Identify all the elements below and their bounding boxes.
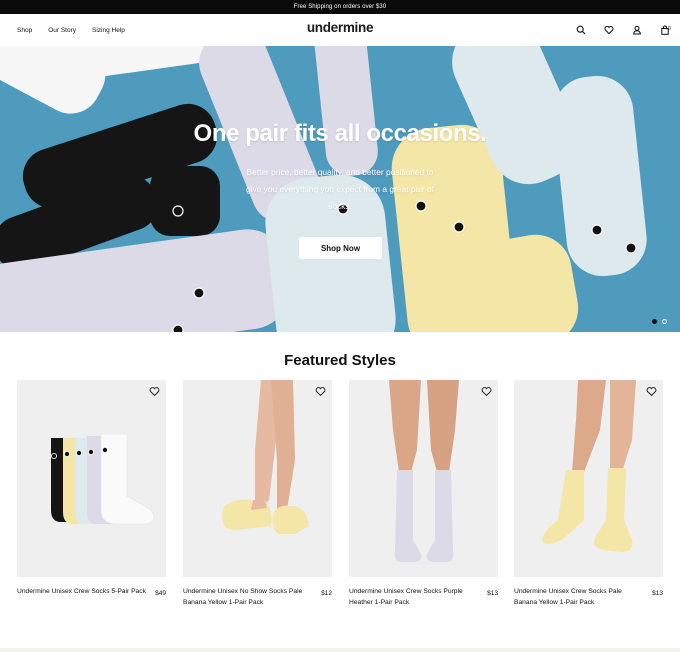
product-card[interactable]: Undermine Unisex Crew Socks Purple Heath… — [349, 380, 498, 608]
product-price: $12 — [321, 590, 332, 597]
carousel-dots — [652, 319, 667, 324]
wishlist-heart-icon[interactable] — [646, 386, 657, 397]
nav-shop[interactable]: Shop — [17, 27, 32, 34]
product-name[interactable]: Undermine Unisex Crew Socks Pale Banana … — [514, 586, 646, 608]
product-price: $49 — [155, 590, 166, 597]
hero-banner: One pair fits all occasions. Better pric… — [0, 46, 680, 332]
product-name[interactable]: Undermine Unisex Crew Socks 5-Pair Pack — [17, 586, 149, 597]
heart-icon[interactable] — [602, 23, 616, 37]
product-price: $13 — [652, 590, 663, 597]
main-nav: Shop Our Story Sizing Help — [17, 14, 125, 46]
product-card[interactable]: Undermine Unisex Crew Socks Pale Banana … — [514, 380, 663, 608]
cart-count: 0 — [668, 26, 671, 32]
footer-strip — [0, 648, 680, 652]
announcement-bar: Free Shipping on orders over $30 — [0, 0, 680, 14]
product-photo-purple-crew — [389, 380, 459, 562]
carousel-dot-2[interactable] — [662, 319, 667, 324]
nav-sizing-help[interactable]: Sizing Help — [92, 27, 125, 34]
product-name[interactable]: Undermine Unisex Crew Socks Purple Heath… — [349, 586, 481, 608]
product-image[interactable] — [183, 380, 332, 577]
product-price: $13 — [487, 590, 498, 597]
nav-our-story[interactable]: Our Story — [48, 27, 76, 34]
wishlist-heart-icon[interactable] — [481, 386, 492, 397]
hero-subtitle: Better price, better quality, and better… — [245, 167, 435, 211]
header-icons: 0 — [574, 14, 672, 46]
product-card[interactable]: Undermine Unisex No Show Socks Pale Bana… — [183, 380, 332, 608]
wishlist-heart-icon[interactable] — [149, 386, 160, 397]
shop-now-button[interactable]: Shop Now — [299, 237, 382, 259]
user-icon[interactable] — [630, 23, 644, 37]
wishlist-heart-icon[interactable] — [315, 386, 326, 397]
bag-icon[interactable]: 0 — [658, 23, 672, 37]
product-image[interactable] — [514, 380, 663, 577]
product-photo-5-pack — [50, 433, 155, 525]
carousel-dot-1[interactable] — [652, 319, 657, 324]
hero-title: One pair fits all occasions. — [193, 120, 487, 147]
product-photo-no-show — [222, 380, 309, 534]
product-info: Undermine Unisex Crew Socks 5-Pair Pack … — [17, 586, 166, 597]
product-photo-yellow-crew — [542, 380, 636, 552]
product-info: Undermine Unisex Crew Socks Purple Heath… — [349, 586, 498, 608]
product-image[interactable] — [349, 380, 498, 577]
product-info: Undermine Unisex No Show Socks Pale Bana… — [183, 586, 332, 608]
search-icon[interactable] — [574, 23, 588, 37]
product-card[interactable]: Undermine Unisex Crew Socks 5-Pair Pack … — [17, 380, 166, 597]
hero-content: One pair fits all occasions. Better pric… — [0, 46, 680, 332]
announcement-text: Free Shipping on orders over $30 — [293, 4, 387, 10]
product-name[interactable]: Undermine Unisex No Show Socks Pale Bana… — [183, 586, 315, 608]
product-image[interactable] — [17, 380, 166, 577]
product-info: Undermine Unisex Crew Socks Pale Banana … — [514, 586, 663, 608]
site-header: undermine Shop Our Story Sizing Help 0 — [0, 14, 680, 46]
logo[interactable]: undermine — [307, 20, 374, 35]
featured-title: Featured Styles — [284, 352, 396, 369]
